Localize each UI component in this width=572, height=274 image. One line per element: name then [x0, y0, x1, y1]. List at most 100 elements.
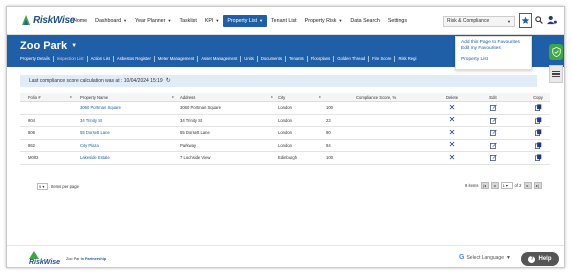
- last-page-button[interactable]: ▸|: [533, 182, 542, 189]
- nav-item-tasklist[interactable]: Tasklist: [175, 15, 200, 27]
- edit-icon: [489, 154, 497, 162]
- nav-item-label: Data Search: [350, 18, 380, 24]
- shield-check-icon: [551, 47, 561, 57]
- table-row: M002 Lakeside Estate 7 Lochside View Edinbu…: [20, 152, 550, 165]
- score-cell: 90: [326, 130, 331, 136]
- module-select[interactable]: Risk & Compliance ▼: [443, 16, 515, 27]
- partner-prefix: Zoo Par: [66, 257, 81, 261]
- page-select[interactable]: 1 ▾: [500, 182, 513, 189]
- nav-item-home[interactable]: Home: [69, 15, 91, 27]
- per-page-select[interactable]: 5 ▾: [37, 183, 48, 190]
- property-name-link[interactable]: 3060 Portman Square: [80, 102, 121, 114]
- chevron-down-icon: ▼: [506, 254, 511, 261]
- edit-button[interactable]: [489, 140, 497, 152]
- table-row: 3060 Portman Square 3060 Portman Square Lo…: [20, 102, 550, 115]
- score-cell: 23: [326, 117, 331, 123]
- nav-item-data-search[interactable]: Data Search: [346, 15, 383, 27]
- side-menu-button[interactable]: [549, 65, 563, 83]
- property-table: Folio # ♦ Property Name ♦ Address ♦ City…: [20, 93, 550, 165]
- copy-button[interactable]: [534, 127, 542, 139]
- property-name-link[interactable]: 55 Dorsett Lane: [80, 127, 110, 139]
- next-page-button[interactable]: ▸: [523, 182, 532, 189]
- delete-button[interactable]: ✕: [448, 152, 456, 164]
- copy-icon: [534, 104, 542, 112]
- favourites-option-edit-my-favourites[interactable]: Edit my Favourites: [461, 46, 526, 52]
- copy-icon: [534, 129, 542, 137]
- property-name-link[interactable]: City Plaza: [80, 140, 99, 152]
- subnav-item-golden-thread[interactable]: Golden Thread: [334, 56, 370, 62]
- score-cell: 100: [326, 155, 333, 161]
- nav-item-kpi[interactable]: KPI ▼: [201, 15, 224, 27]
- language-selector[interactable]: G Select Language ▼: [459, 254, 511, 261]
- delete-button[interactable]: ✕: [448, 102, 456, 114]
- star-icon: [521, 16, 530, 24]
- address-cell: 34 Trinity St: [180, 117, 203, 123]
- copy-icon: [534, 142, 542, 149]
- nav-item-tenant-list[interactable]: Tenant List: [267, 15, 301, 27]
- subnav-item-action-list[interactable]: Action List: [88, 56, 114, 62]
- table-row: 862 City Plaza Parkway London 94 ✕: [20, 140, 550, 152]
- nav-item-label: KPI: [204, 18, 214, 24]
- favourites-dropdown: Add this Page to Favourites Edit my Favou…: [455, 36, 532, 70]
- site-title[interactable]: Zoo Park ▼: [20, 40, 77, 52]
- riskwise-logo[interactable]: RiskWise: [21, 14, 75, 26]
- sort-icon[interactable]: ♦: [172, 93, 174, 101]
- delete-button[interactable]: ✕: [448, 115, 456, 127]
- address-cell: 3060 Portman Square: [180, 105, 221, 111]
- search-icon[interactable]: [535, 16, 543, 24]
- sort-icon[interactable]: ♦: [70, 93, 72, 101]
- close-icon: ✕: [448, 102, 456, 112]
- copy-button[interactable]: [534, 140, 542, 152]
- subnav-item-risk-regi[interactable]: Risk Regi: [395, 56, 419, 62]
- nav-item-property-list[interactable]: Property List ▼: [223, 15, 268, 27]
- subnav-item-asset-management[interactable]: Asset Management: [198, 56, 242, 62]
- prev-page-button[interactable]: ◂: [490, 182, 499, 189]
- subnav-item-units[interactable]: Units: [241, 56, 258, 62]
- table-row: 806 55 Dorsett Lane 55 Dorsett Lane London 9…: [20, 127, 550, 140]
- refresh-icon[interactable]: ↻: [166, 75, 171, 87]
- subnav-item-meter-management[interactable]: Meter Management: [155, 56, 199, 62]
- delete-button[interactable]: ✕: [448, 140, 456, 152]
- compliance-shield-button[interactable]: [549, 44, 563, 60]
- edit-button[interactable]: [489, 102, 497, 114]
- subnav-item-floorplans[interactable]: Floorplans: [308, 56, 335, 62]
- nav-item-label: Tenant List: [271, 18, 297, 24]
- subnav-item-inspection-list[interactable]: Inspection List: [54, 56, 88, 62]
- column-header-score[interactable]: Compliance Score, %: [356, 93, 396, 101]
- column-header-address[interactable]: Address: [180, 93, 195, 101]
- edit-button[interactable]: [489, 152, 497, 164]
- column-header-name[interactable]: Property Name: [80, 93, 108, 101]
- subnav-item-property-details[interactable]: Property Details: [20, 56, 54, 62]
- column-header-folio[interactable]: Folio #: [28, 93, 41, 101]
- copy-button[interactable]: [534, 152, 542, 164]
- chevron-down-icon: ▼: [123, 18, 128, 23]
- copy-button[interactable]: [534, 115, 542, 127]
- nav-item-year-planner[interactable]: Year Planner ▼: [131, 15, 175, 27]
- property-name-link[interactable]: Lakeside Estate: [80, 152, 110, 164]
- score-cell: 94: [326, 142, 331, 148]
- subnav-item-fire-score[interactable]: Fire Score: [369, 56, 396, 62]
- sort-icon[interactable]: ♦: [319, 93, 321, 101]
- copy-button[interactable]: [534, 102, 542, 114]
- nav-item-property-risk[interactable]: Property Risk ▼: [301, 15, 347, 27]
- nav-item-settings[interactable]: Settings: [384, 15, 411, 27]
- help-button[interactable]: ? Help: [521, 252, 559, 266]
- favourite-link-property-list[interactable]: Property List: [461, 57, 526, 63]
- column-header-city[interactable]: City: [278, 93, 285, 101]
- nav-item-dashboard[interactable]: Dashboard ▼: [91, 15, 131, 27]
- subnav-item-documents[interactable]: Documents: [258, 56, 287, 62]
- subnav-item-tenants[interactable]: Tenants: [286, 56, 308, 62]
- logo-mark-icon: [22, 15, 30, 25]
- delete-button[interactable]: ✕: [448, 127, 456, 139]
- edit-button[interactable]: [489, 115, 497, 127]
- subnav-item-asbestos-register[interactable]: Asbestos Register: [114, 56, 155, 62]
- module-select-value: Risk & Compliance: [447, 18, 490, 24]
- first-page-button[interactable]: |◂: [480, 182, 489, 189]
- property-name-link[interactable]: 34 Trinity St: [80, 115, 102, 127]
- help-label: Help: [538, 256, 552, 262]
- favourites-button[interactable]: [519, 13, 532, 28]
- close-icon: ✕: [448, 140, 456, 150]
- user-settings-icon[interactable]: [547, 15, 557, 25]
- edit-button[interactable]: [489, 127, 497, 139]
- sort-icon[interactable]: ♦: [271, 93, 273, 101]
